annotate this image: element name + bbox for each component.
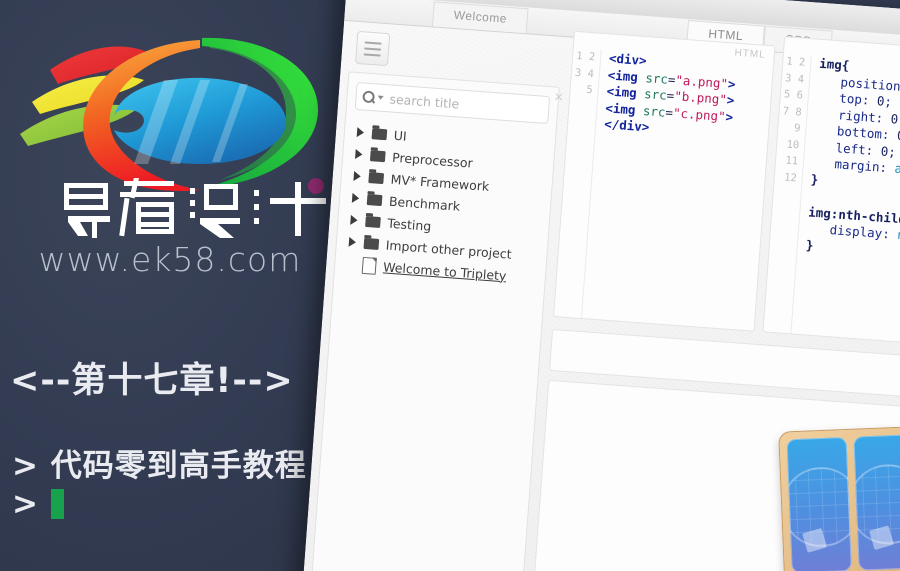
folder-icon xyxy=(368,171,385,184)
html-pane-label: HTML xyxy=(734,47,767,61)
chevron-right-icon[interactable] xyxy=(355,149,363,160)
css-code-text[interactable]: img{ position: abs top: 0; right: 0; bot… xyxy=(791,55,900,343)
css-code-area[interactable]: 1 2 3 4 5 6 7 8 9 10 11 12 img{ position… xyxy=(763,37,900,343)
logo-wordmark xyxy=(64,178,326,238)
preview-image-card-group[interactable] xyxy=(778,421,900,571)
chevron-right-icon[interactable] xyxy=(356,127,365,138)
search-icon xyxy=(362,90,376,104)
folder-icon xyxy=(363,237,380,250)
folder-icon xyxy=(365,215,381,228)
tree-item-label: UI xyxy=(393,127,408,144)
close-icon[interactable]: × xyxy=(554,88,564,106)
folder-icon xyxy=(371,127,388,140)
ide-application-window: Welcome HTML CSS search title × UI xyxy=(299,0,900,571)
tree-item-label: Benchmark xyxy=(388,193,461,214)
file-icon xyxy=(361,256,377,275)
prompt-row: > xyxy=(12,486,64,522)
chevron-right-icon[interactable] xyxy=(351,192,360,204)
chevron-right-icon[interactable] xyxy=(350,214,358,226)
file-tree-panel: search title × UI Preprocessor MV* Frame… xyxy=(311,71,564,571)
hamburger-bar xyxy=(364,40,382,45)
tree-item-label: Testing xyxy=(386,215,432,234)
tree-item-label: Preprocessor xyxy=(391,149,474,171)
file-tree-list: UI Preprocessor MV* Framework Benchmark xyxy=(335,120,556,289)
live-preview-pane[interactable] xyxy=(532,379,900,571)
search-input-wrapper[interactable]: search title × xyxy=(354,81,564,125)
html-editor-pane[interactable]: HTML 1 2 3 4 5 <div> <img src="a.png"> <… xyxy=(552,30,776,332)
tree-item-label: Welcome to Triplety xyxy=(382,258,507,283)
hamburger-bar xyxy=(364,46,382,51)
tab-welcome[interactable]: Welcome xyxy=(431,1,529,34)
prompt-symbol: > xyxy=(12,486,38,522)
html-code-text[interactable]: <div> <img src="a.png"> <img src="b.png"… xyxy=(582,50,737,328)
website-url: www.ek58.com xyxy=(38,240,302,279)
search-input[interactable]: search title xyxy=(389,91,460,111)
chevron-right-icon[interactable] xyxy=(353,170,362,182)
hamburger-bar xyxy=(363,52,381,57)
css-editor-pane[interactable]: 1 2 3 4 5 6 7 8 9 10 11 12 img{ position… xyxy=(762,36,900,348)
terminal-cursor xyxy=(50,489,64,519)
folder-icon xyxy=(366,193,383,206)
tagline-text: > 代码零到高手教程 xyxy=(12,448,307,484)
chapter-heading: <--第十七章!--> xyxy=(10,361,294,401)
chevron-placeholder-icon xyxy=(347,259,355,269)
hamburger-menu-icon[interactable] xyxy=(355,30,391,67)
chevron-down-icon[interactable] xyxy=(377,95,384,100)
folder-icon xyxy=(369,149,386,162)
html-code-area[interactable]: 1 2 3 4 5 <div> <img src="a.png"> <img s… xyxy=(554,32,738,328)
chevron-right-icon[interactable] xyxy=(348,236,357,248)
ek58-logo-mark xyxy=(20,37,319,192)
preview-image-card[interactable] xyxy=(853,434,900,571)
preview-image-card[interactable] xyxy=(786,437,852,571)
screenshot-root: www.ek58.com <--第十七章!--> > 代码零到高手教程 > We… xyxy=(0,0,900,571)
